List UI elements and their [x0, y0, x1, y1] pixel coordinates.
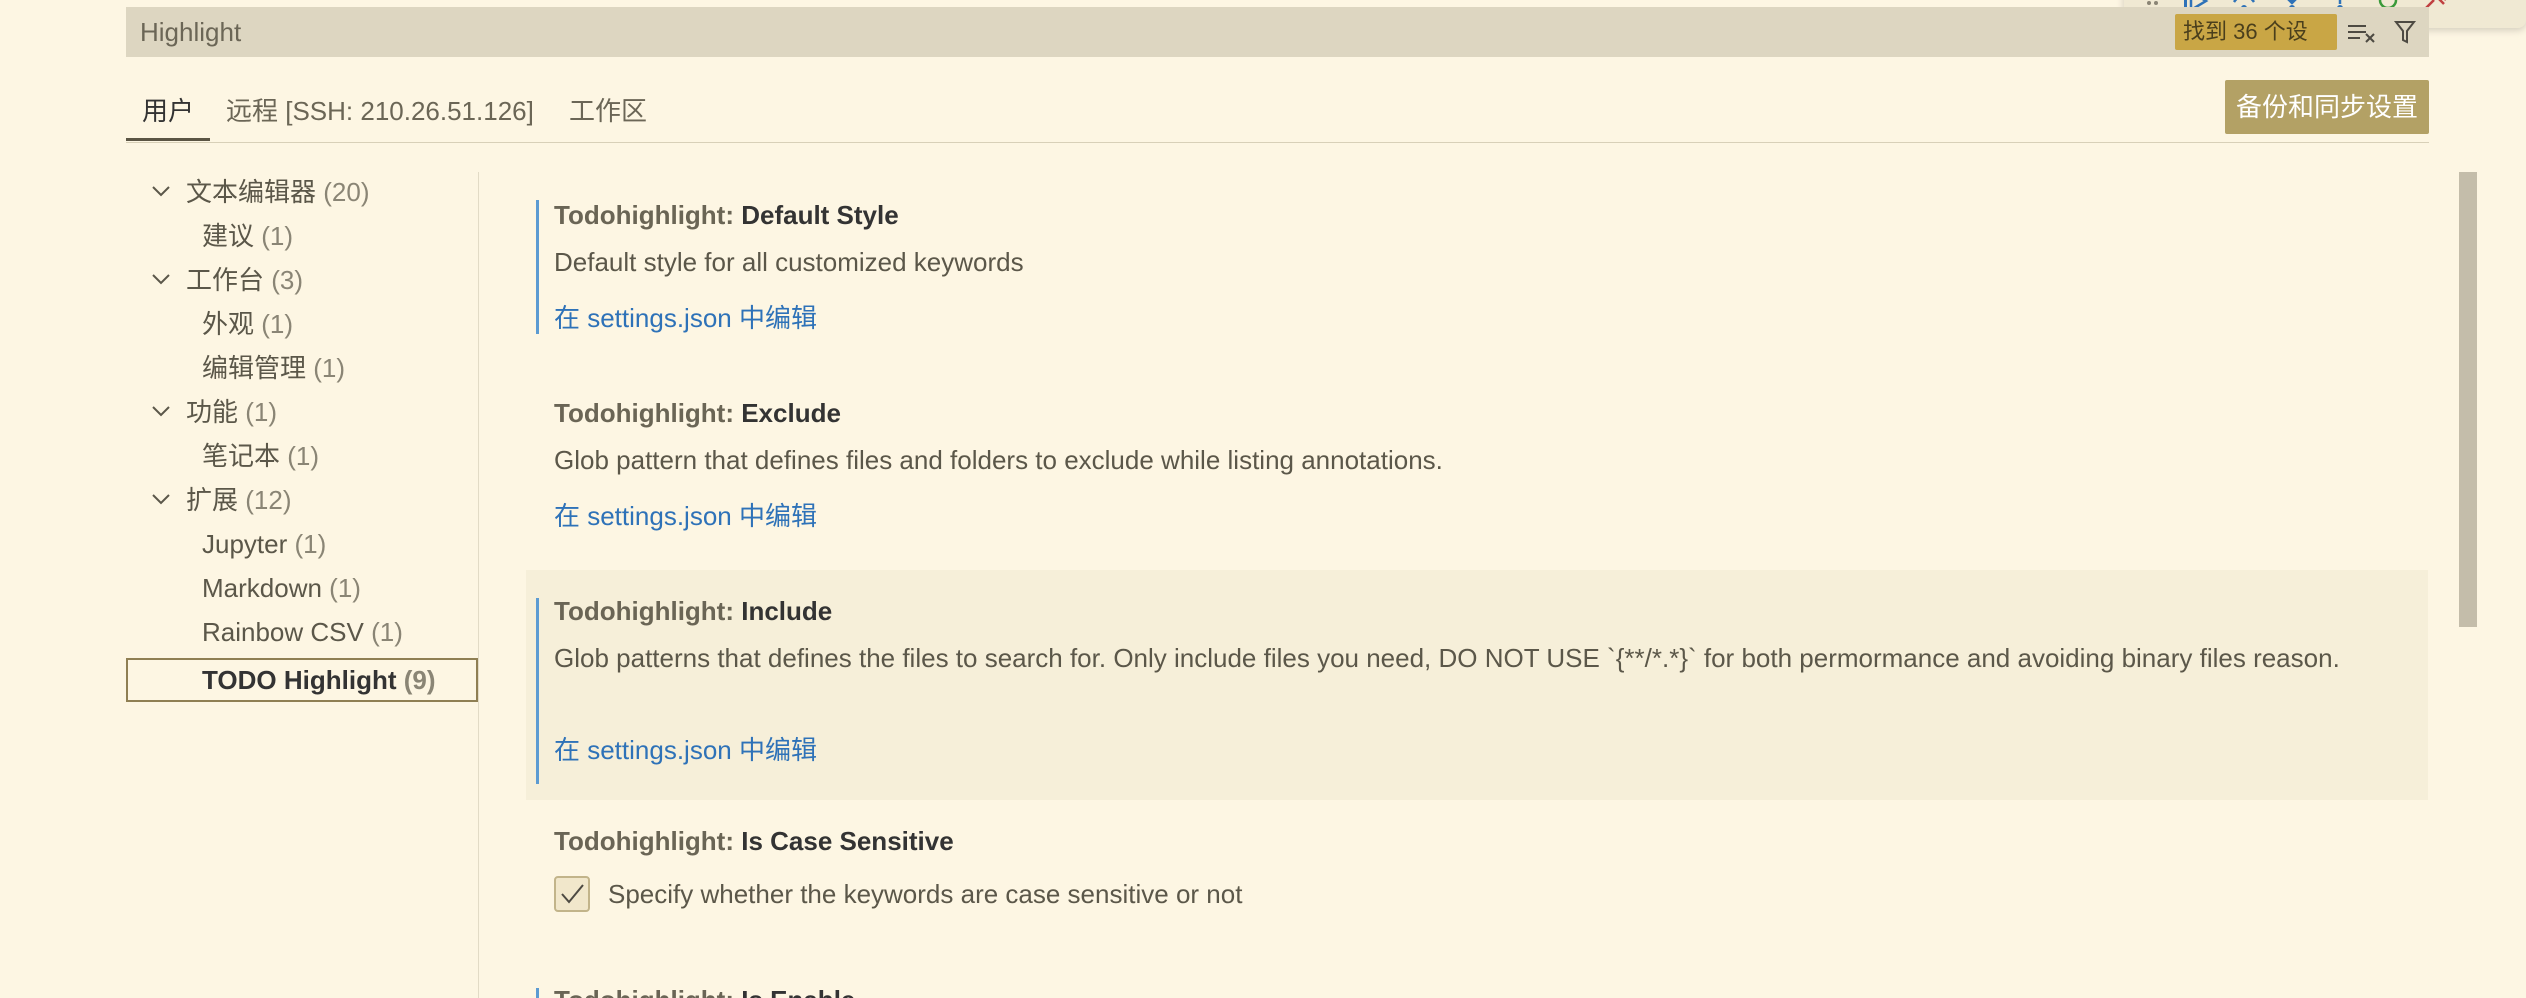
edit-in-settings-json-link[interactable]: 在 settings.json 中编辑 [554, 496, 817, 533]
toc-label: 外观 [202, 309, 255, 339]
settings-search-input[interactable]: Highlight [126, 7, 2429, 57]
edit-in-settings-json-link[interactable]: 在 settings.json 中编辑 [554, 730, 817, 767]
setting-title: Todohighlight: Is Case Sensitive [554, 826, 954, 857]
toc-label: Rainbow CSV [202, 617, 364, 647]
setting-default-style: Todohighlight: Default Style Default sty… [526, 190, 2428, 340]
toc-item-rainbow-csv[interactable]: Rainbow CSV (1) [126, 610, 478, 654]
setting-name: Is Case Sensitive [741, 826, 954, 856]
setting-title: Todohighlight: Exclude [554, 398, 841, 429]
setting-exclude: Todohighlight: Exclude Glob pattern that… [526, 388, 2428, 538]
toc-item-editor-management[interactable]: 编辑管理 (1) [126, 346, 478, 390]
toc-count: (1) [261, 221, 294, 251]
toc-label: Markdown [202, 573, 322, 603]
toc-item-jupyter[interactable]: Jupyter (1) [126, 522, 478, 566]
modified-indicator [536, 598, 539, 784]
case-sensitive-checkbox[interactable] [554, 876, 590, 912]
toc-item-extensions[interactable]: 扩展 (12) [126, 478, 478, 522]
toc-label: 功能 [186, 397, 239, 427]
search-query-text: Highlight [140, 16, 242, 47]
toc-label: 扩展 [186, 485, 239, 515]
toc-item-notebook[interactable]: 笔记本 (1) [126, 434, 478, 478]
setting-is-enable: Todohighlight: Is Enable [526, 978, 2428, 998]
toc-divider [478, 172, 479, 998]
toc-count: (1) [329, 573, 361, 603]
modified-indicator [536, 200, 539, 334]
chevron-down-icon [150, 390, 174, 434]
toc-item-features[interactable]: 功能 (1) [126, 390, 478, 434]
setting-description: Glob patterns that defines the files to … [554, 643, 2340, 673]
scrollbar-thumb[interactable] [2459, 172, 2477, 627]
toc-label: TODO Highlight [202, 665, 397, 695]
toc-item-workbench[interactable]: 工作台 (3) [126, 258, 478, 302]
toc-count: (1) [294, 529, 327, 559]
chevron-down-icon [150, 478, 174, 522]
setting-name: Exclude [741, 398, 841, 428]
setting-description: Specify whether the keywords are case se… [608, 879, 1243, 909]
toc-label: 编辑管理 [202, 353, 307, 383]
tab-workspace[interactable]: 工作区 [569, 80, 647, 140]
toc-count: (1) [261, 309, 294, 339]
clear-filter-icon[interactable] [2346, 16, 2380, 48]
setting-include: Todohighlight: Include Glob patterns tha… [526, 570, 2428, 800]
toc-count: (20) [323, 177, 370, 207]
setting-category: Todohighlight: [554, 200, 742, 230]
toc-item-appearance[interactable]: 外观 (1) [126, 302, 478, 346]
toc-item-todo-highlight[interactable]: TODO Highlight (9) [126, 658, 478, 702]
toc-count: (1) [287, 441, 320, 471]
chevron-down-icon [150, 170, 174, 214]
tab-remote[interactable]: 远程 [SSH: 210.26.51.126] [226, 80, 534, 140]
toc-count: (9) [403, 665, 436, 695]
edit-in-settings-json-link[interactable]: 在 settings.json 中编辑 [554, 298, 817, 335]
setting-category: Todohighlight: [554, 985, 741, 998]
toc-count: (1) [313, 353, 346, 383]
toc-count: (1) [245, 397, 278, 427]
setting-title: Todohighlight: Is Enable [554, 985, 855, 998]
setting-description: Default style for all customized keyword… [554, 247, 1024, 277]
setting-name: Default Style [741, 200, 899, 230]
setting-name: Include [741, 596, 833, 626]
toc-item-markdown[interactable]: Markdown (1) [126, 566, 478, 610]
toc-label: 文本编辑器 [186, 177, 317, 207]
setting-category: Todohighlight: [554, 398, 742, 428]
toc-label: 笔记本 [202, 441, 281, 471]
search-result-count-badge: 找到 36 个设置 [2175, 14, 2337, 50]
setting-category: Todohighlight: [554, 596, 742, 626]
toc-item-suggestions[interactable]: 建议 (1) [126, 214, 478, 258]
setting-title: Todohighlight: Default Style [554, 200, 899, 231]
toc-label: 建议 [202, 221, 255, 251]
setting-description: Glob pattern that defines files and fold… [554, 445, 1443, 475]
setting-category: Todohighlight: [554, 826, 742, 856]
toc-label: Jupyter [202, 529, 288, 559]
toc-item-text-editor[interactable]: 文本编辑器 (20) [126, 170, 478, 214]
tab-user[interactable]: 用户 [126, 80, 210, 141]
setting-name: Is Enable [741, 985, 855, 998]
toc-count: (12) [245, 485, 292, 515]
tabs-divider [126, 142, 2429, 143]
checkmark-icon [561, 884, 584, 904]
toc-count: (3) [271, 265, 304, 295]
setting-title: Todohighlight: Include [554, 596, 832, 627]
chevron-down-icon [150, 258, 174, 302]
setting-is-case-sensitive: Todohighlight: Is Case Sensitive Specify… [526, 820, 2428, 940]
modified-indicator [536, 988, 539, 998]
toc-count: (1) [371, 617, 403, 647]
backup-sync-button[interactable]: 备份和同步设置 [2225, 80, 2429, 134]
filter-icon[interactable] [2392, 16, 2418, 48]
toc-label: 工作台 [186, 265, 265, 295]
